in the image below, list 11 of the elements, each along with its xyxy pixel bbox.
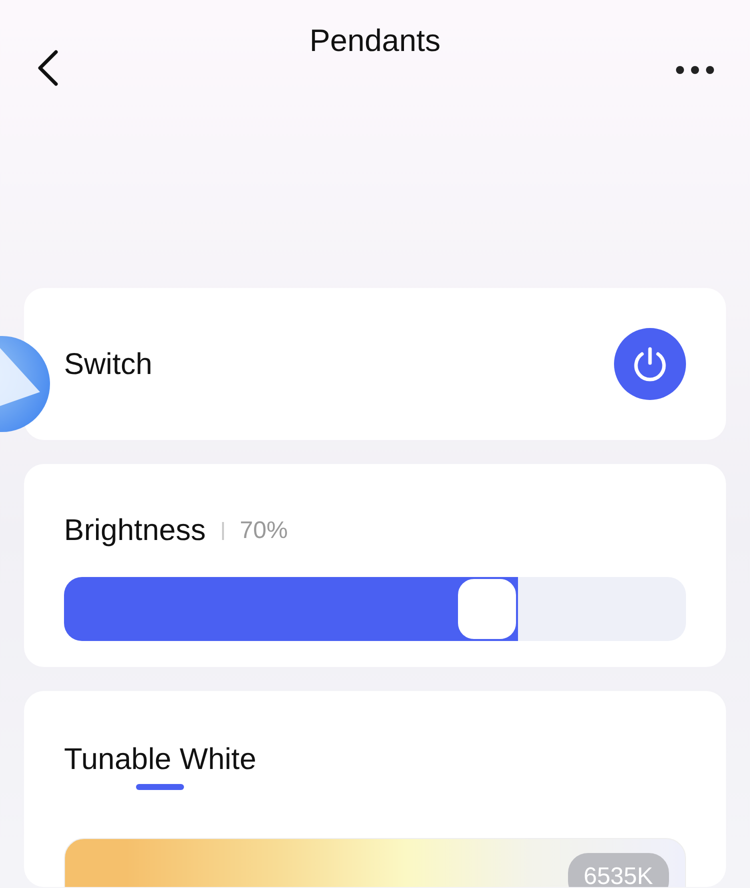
back-button[interactable]	[36, 50, 60, 86]
slider-thumb[interactable]	[456, 577, 518, 641]
switch-label: Switch	[64, 346, 152, 382]
tab[interactable]: Tunable White	[64, 737, 256, 790]
brightness-label: Brightness	[64, 513, 206, 549]
page-title: Pendants	[308, 22, 442, 60]
temperature-reading: 6535K	[568, 853, 669, 887]
power-icon	[631, 345, 669, 383]
brightness-reading: 70%	[240, 516, 288, 546]
brightness-slider[interactable]	[64, 577, 686, 641]
floating-orb-icon[interactable]	[0, 334, 52, 434]
